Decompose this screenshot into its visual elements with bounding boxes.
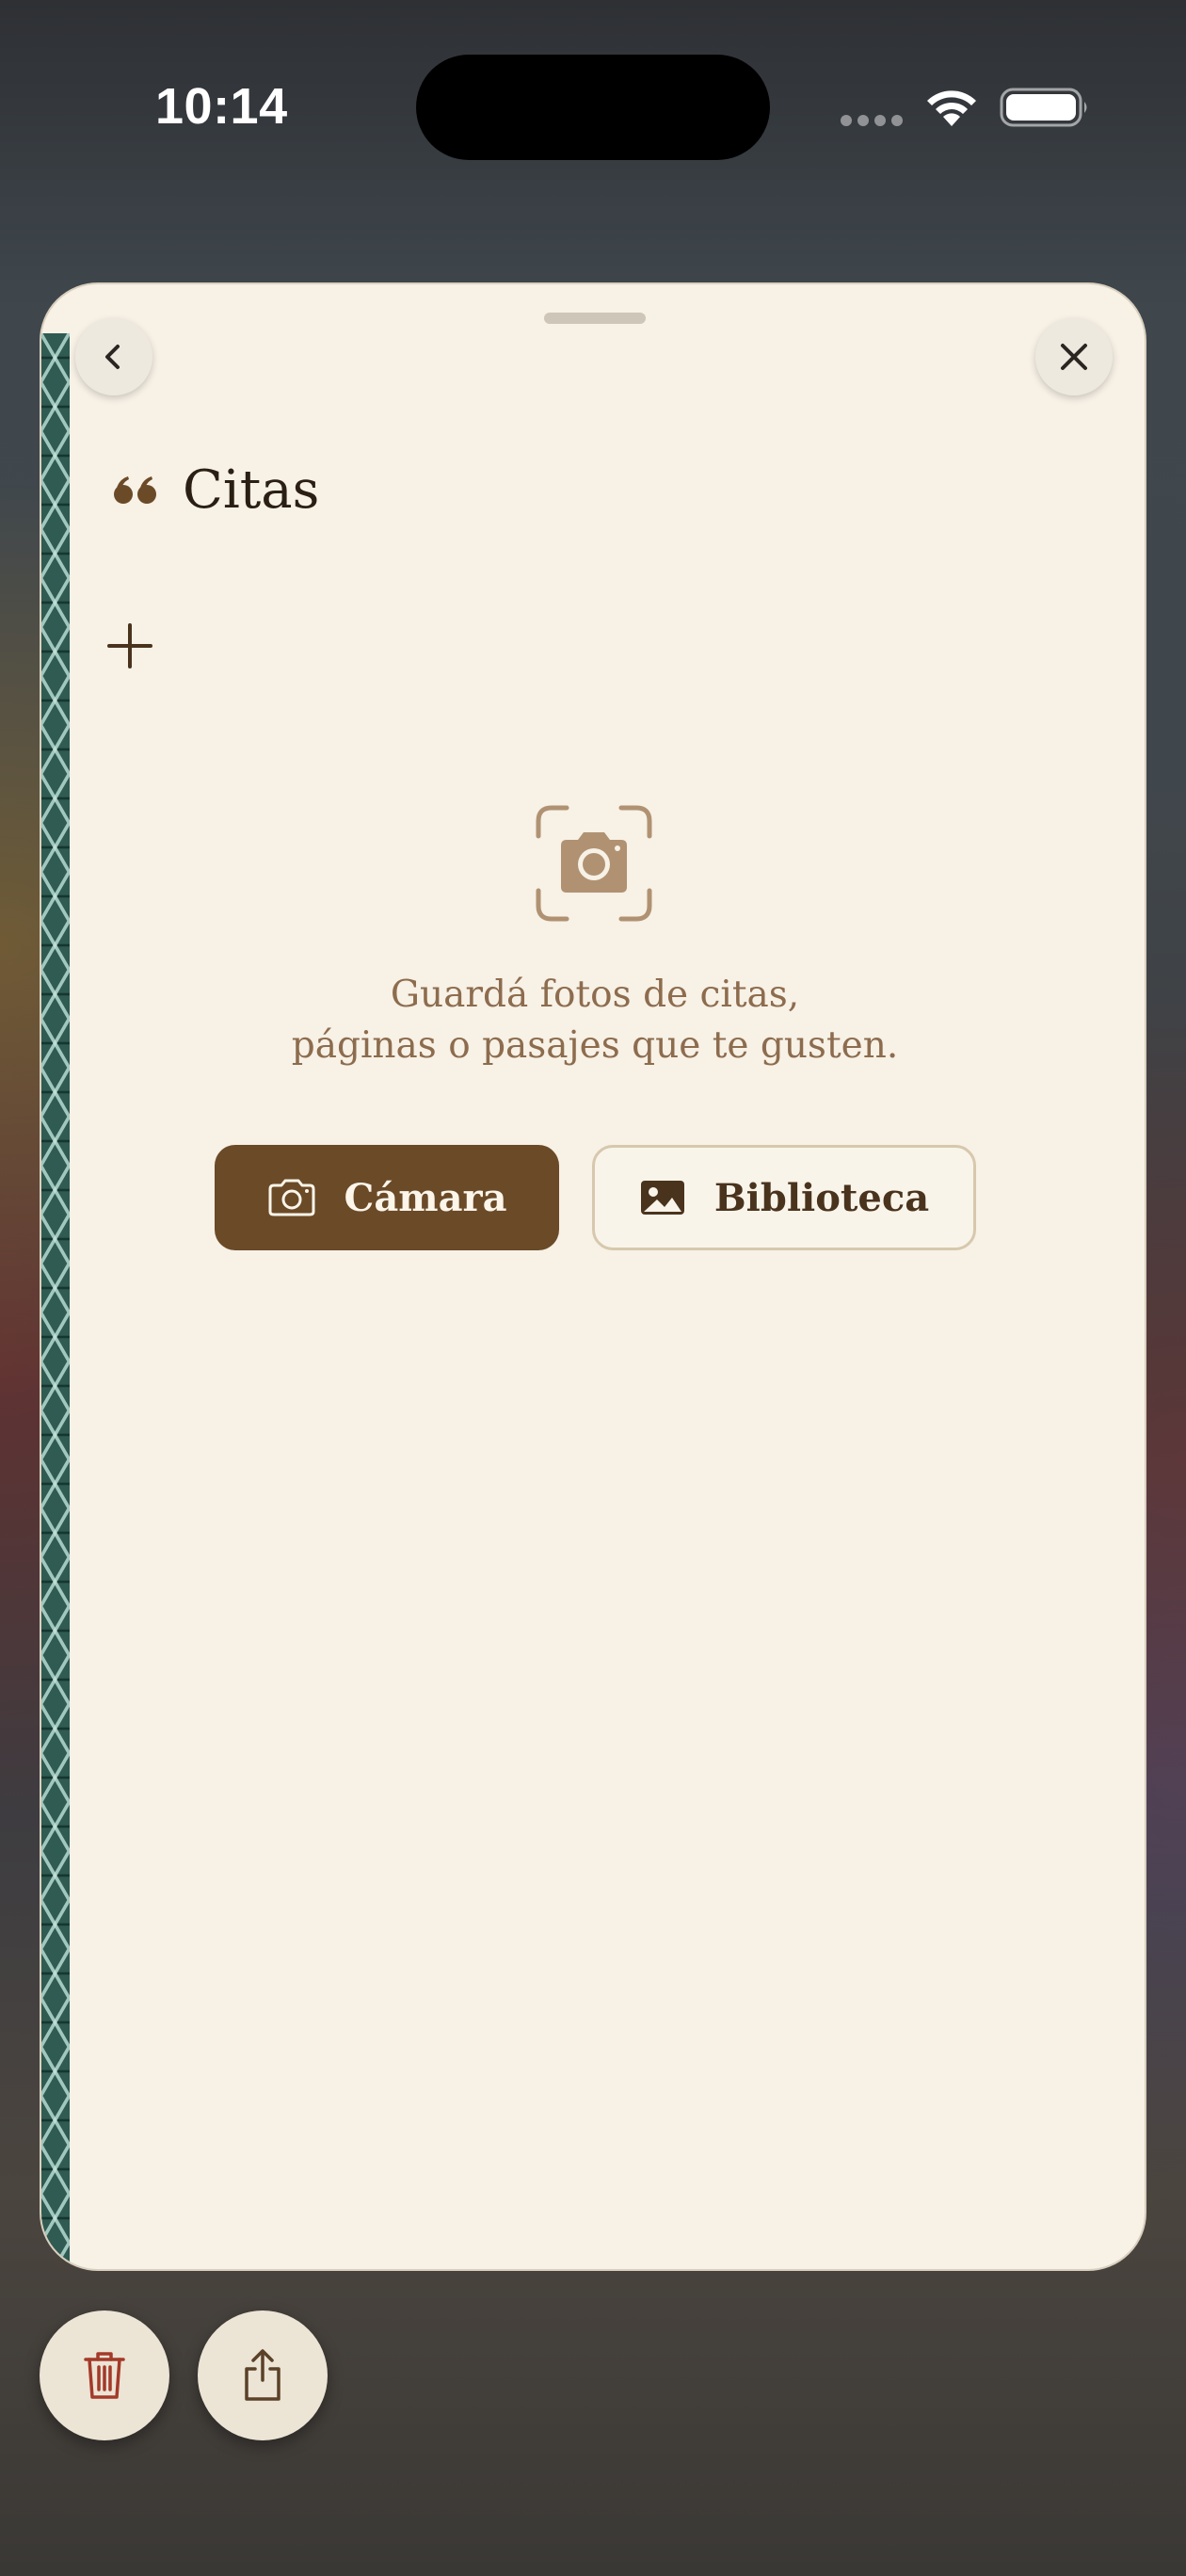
chevron-left-icon xyxy=(105,345,120,369)
library-button[interactable]: Biblioteca xyxy=(592,1145,976,1250)
camera-button[interactable]: Cámara xyxy=(215,1145,559,1250)
library-button-label: Biblioteca xyxy=(713,1175,930,1220)
camera-viewfinder-icon xyxy=(536,805,652,922)
quote-icon xyxy=(114,476,156,504)
share-button[interactable] xyxy=(198,2310,328,2440)
status-bar: 10:14 xyxy=(0,0,1186,217)
wifi-icon xyxy=(927,90,976,126)
back-button[interactable] xyxy=(75,318,152,395)
empty-state-message: Guardá fotos de citas, páginas o pasajes… xyxy=(183,970,1007,1071)
quotes-sheet: Citas Guardá fotos de citas, páginas o p… xyxy=(40,282,1146,2271)
empty-state-line-2: páginas o pasajes que te gusten. xyxy=(291,1024,899,1067)
status-time: 10:14 xyxy=(155,78,288,135)
battery-icon xyxy=(1000,88,1087,127)
empty-state-line-1: Guardá fotos de citas, xyxy=(390,974,800,1016)
delete-button[interactable] xyxy=(40,2310,169,2440)
page-title: Citas xyxy=(183,459,320,521)
trash-icon xyxy=(84,2352,125,2399)
camera-button-label: Cámara xyxy=(344,1175,507,1220)
cellular-signal-icon xyxy=(841,115,906,128)
camera-icon xyxy=(268,1179,314,1216)
sheet-grabber[interactable] xyxy=(544,313,646,324)
title-row: Citas xyxy=(111,452,319,527)
close-button[interactable] xyxy=(1035,318,1113,395)
book-spine-pattern xyxy=(41,333,70,2269)
plus-icon[interactable] xyxy=(98,614,162,678)
photo-icon xyxy=(640,1181,684,1215)
close-icon xyxy=(1061,344,1087,370)
dynamic-island xyxy=(416,55,770,160)
share-icon xyxy=(245,2349,280,2401)
